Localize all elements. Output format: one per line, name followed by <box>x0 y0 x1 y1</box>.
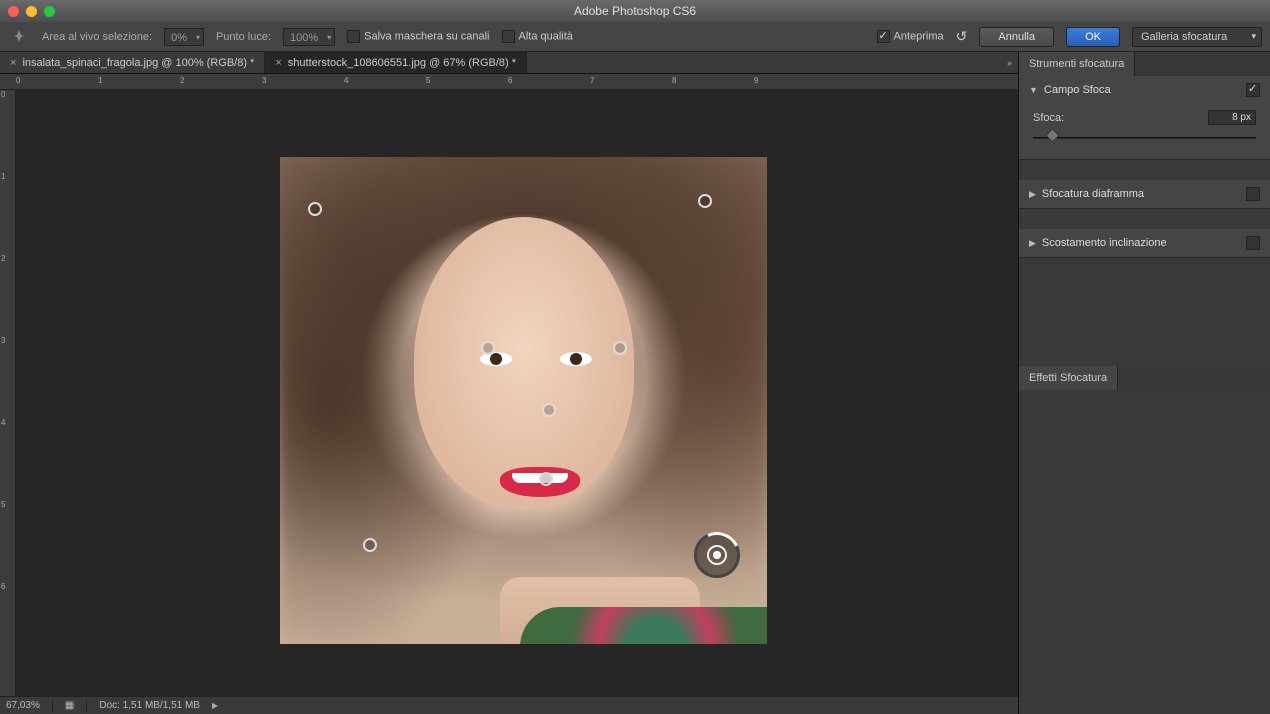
high-quality-checkbox[interactable]: Alta qualità <box>502 30 573 43</box>
tab-label: shutterstock_108606551.jpg @ 67% (RGB/8)… <box>288 57 516 69</box>
canvas[interactable] <box>16 90 1018 696</box>
ruler-tick: 5 <box>426 76 430 85</box>
options-bar: Area al vivo selezione: 0% Punto luce: 1… <box>0 22 1270 52</box>
status-flyout-icon[interactable]: ▶ <box>212 701 218 710</box>
preview-checkbox[interactable]: Anteprima <box>877 30 944 43</box>
save-mask-label: Salva maschera su canali <box>364 30 489 42</box>
ruler-tick: 2 <box>1 254 5 263</box>
status-bar: 67,03% ▦ Doc: 1,51 MB/1,51 MB ▶ <box>0 696 1018 714</box>
ruler-tick: 3 <box>1 336 5 345</box>
ruler-tick: 6 <box>508 76 512 85</box>
minimize-window-icon[interactable] <box>26 6 37 17</box>
ruler-tick: 0 <box>16 76 20 85</box>
ruler-tick: 6 <box>1 582 5 591</box>
blur-pin[interactable] <box>698 194 712 208</box>
tilt-shift-enable-checkbox[interactable] <box>1246 236 1260 250</box>
blur-pin[interactable] <box>539 472 553 486</box>
iris-blur-enable-checkbox[interactable] <box>1246 187 1260 201</box>
selection-bleed-dropdown[interactable]: 0% <box>164 28 204 46</box>
tilt-shift-title: Scostamento inclinazione <box>1042 237 1167 249</box>
traffic-lights <box>8 6 55 17</box>
chevron-right-icon: ▶ <box>1029 238 1036 249</box>
ruler-tick: 2 <box>180 76 184 85</box>
ruler-tick: 5 <box>1 500 5 509</box>
ok-button[interactable]: OK <box>1066 27 1120 47</box>
field-blur-header[interactable]: ▼ Campo Sfoca <box>1019 76 1270 104</box>
blur-effects-tab[interactable]: Effetti Sfocatura <box>1019 366 1118 390</box>
ruler-tick: 7 <box>590 76 594 85</box>
document-image <box>280 157 767 644</box>
selection-bleed-label: Area al vivo selezione: <box>42 31 152 43</box>
tilt-shift-section: ▶ Scostamento inclinazione <box>1019 229 1270 258</box>
field-blur-enable-checkbox[interactable] <box>1246 83 1260 97</box>
blur-pin[interactable] <box>363 538 377 552</box>
zoom-level[interactable]: 67,03% <box>6 700 40 711</box>
ruler-tick: 9 <box>754 76 758 85</box>
iris-blur-header[interactable]: ▶ Sfocatura diaframma <box>1019 180 1270 208</box>
close-window-icon[interactable] <box>8 6 19 17</box>
blur-pin[interactable] <box>481 341 495 355</box>
chevron-right-icon: ▶ <box>1029 189 1036 200</box>
ruler-tick: 8 <box>672 76 676 85</box>
blur-pin[interactable] <box>542 403 556 417</box>
doc-size: Doc: 1,51 MB/1,51 MB <box>99 700 200 711</box>
document-tab[interactable]: × shutterstock_108606551.jpg @ 67% (RGB/8… <box>265 52 527 73</box>
document-tabs: × insalata_spinaci_fragola.jpg @ 100% (RG… <box>0 52 1018 74</box>
zoom-window-icon[interactable] <box>44 6 55 17</box>
blur-gallery-dropdown[interactable]: Galleria sfocatura <box>1132 27 1262 47</box>
focus-label: Punto luce: <box>216 31 271 43</box>
iris-blur-section: ▶ Sfocatura diaframma <box>1019 180 1270 209</box>
blur-pin[interactable] <box>613 341 627 355</box>
blur-amount-label: Sfoca: <box>1033 112 1064 124</box>
close-tab-icon[interactable]: × <box>10 57 16 69</box>
preview-label: Anteprima <box>894 30 944 42</box>
window-titlebar: Adobe Photoshop CS6 <box>0 0 1270 22</box>
save-mask-checkbox[interactable]: Salva maschera su canali <box>347 30 489 43</box>
ruler-tick: 1 <box>98 76 102 85</box>
document-tab[interactable]: × insalata_spinaci_fragola.jpg @ 100% (RG… <box>0 52 265 73</box>
pin-tool-icon[interactable] <box>8 26 30 48</box>
ruler-tick: 0 <box>1 90 5 99</box>
ruler-horizontal: 0 1 2 3 4 5 6 7 8 9 <box>0 74 1018 90</box>
status-preview-icon[interactable]: ▦ <box>65 700 74 711</box>
field-blur-title: Campo Sfoca <box>1044 84 1111 96</box>
ruler-vertical: 0 1 2 3 4 5 6 <box>0 90 16 696</box>
blur-amount-slider[interactable] <box>1033 131 1256 145</box>
ruler-tick: 3 <box>262 76 266 85</box>
tabs-overflow-icon[interactable]: » <box>1001 52 1018 73</box>
blur-effects-panel-header: Effetti Sfocatura <box>1019 366 1270 390</box>
ruler-tick: 4 <box>1 418 5 427</box>
iris-blur-title: Sfocatura diaframma <box>1042 188 1144 200</box>
ruler-tick: 1 <box>1 172 5 181</box>
tab-label: insalata_spinaci_fragola.jpg @ 100% (RGB… <box>22 57 254 69</box>
field-blur-section: ▼ Campo Sfoca Sfoca: 8 px <box>1019 76 1270 160</box>
blur-pin-active[interactable] <box>694 532 740 578</box>
ruler-tick: 4 <box>344 76 348 85</box>
chevron-down-icon: ▼ <box>1029 85 1038 95</box>
reset-icon[interactable]: ↺ <box>956 28 968 45</box>
close-tab-icon[interactable]: × <box>275 57 281 69</box>
blur-tools-panel-header: Strumenti sfocatura <box>1019 52 1270 76</box>
focus-dropdown[interactable]: 100% <box>283 28 335 46</box>
cancel-button[interactable]: Annulla <box>979 27 1054 47</box>
app-title: Adobe Photoshop CS6 <box>574 4 696 18</box>
blur-tools-tab[interactable]: Strumenti sfocatura <box>1019 52 1135 76</box>
blur-amount-input[interactable]: 8 px <box>1208 110 1256 125</box>
tilt-shift-header[interactable]: ▶ Scostamento inclinazione <box>1019 229 1270 257</box>
right-panel: Strumenti sfocatura ▼ Campo Sfoca Sfoca:… <box>1018 52 1270 714</box>
high-quality-label: Alta qualità <box>519 30 573 42</box>
blur-pin[interactable] <box>308 202 322 216</box>
